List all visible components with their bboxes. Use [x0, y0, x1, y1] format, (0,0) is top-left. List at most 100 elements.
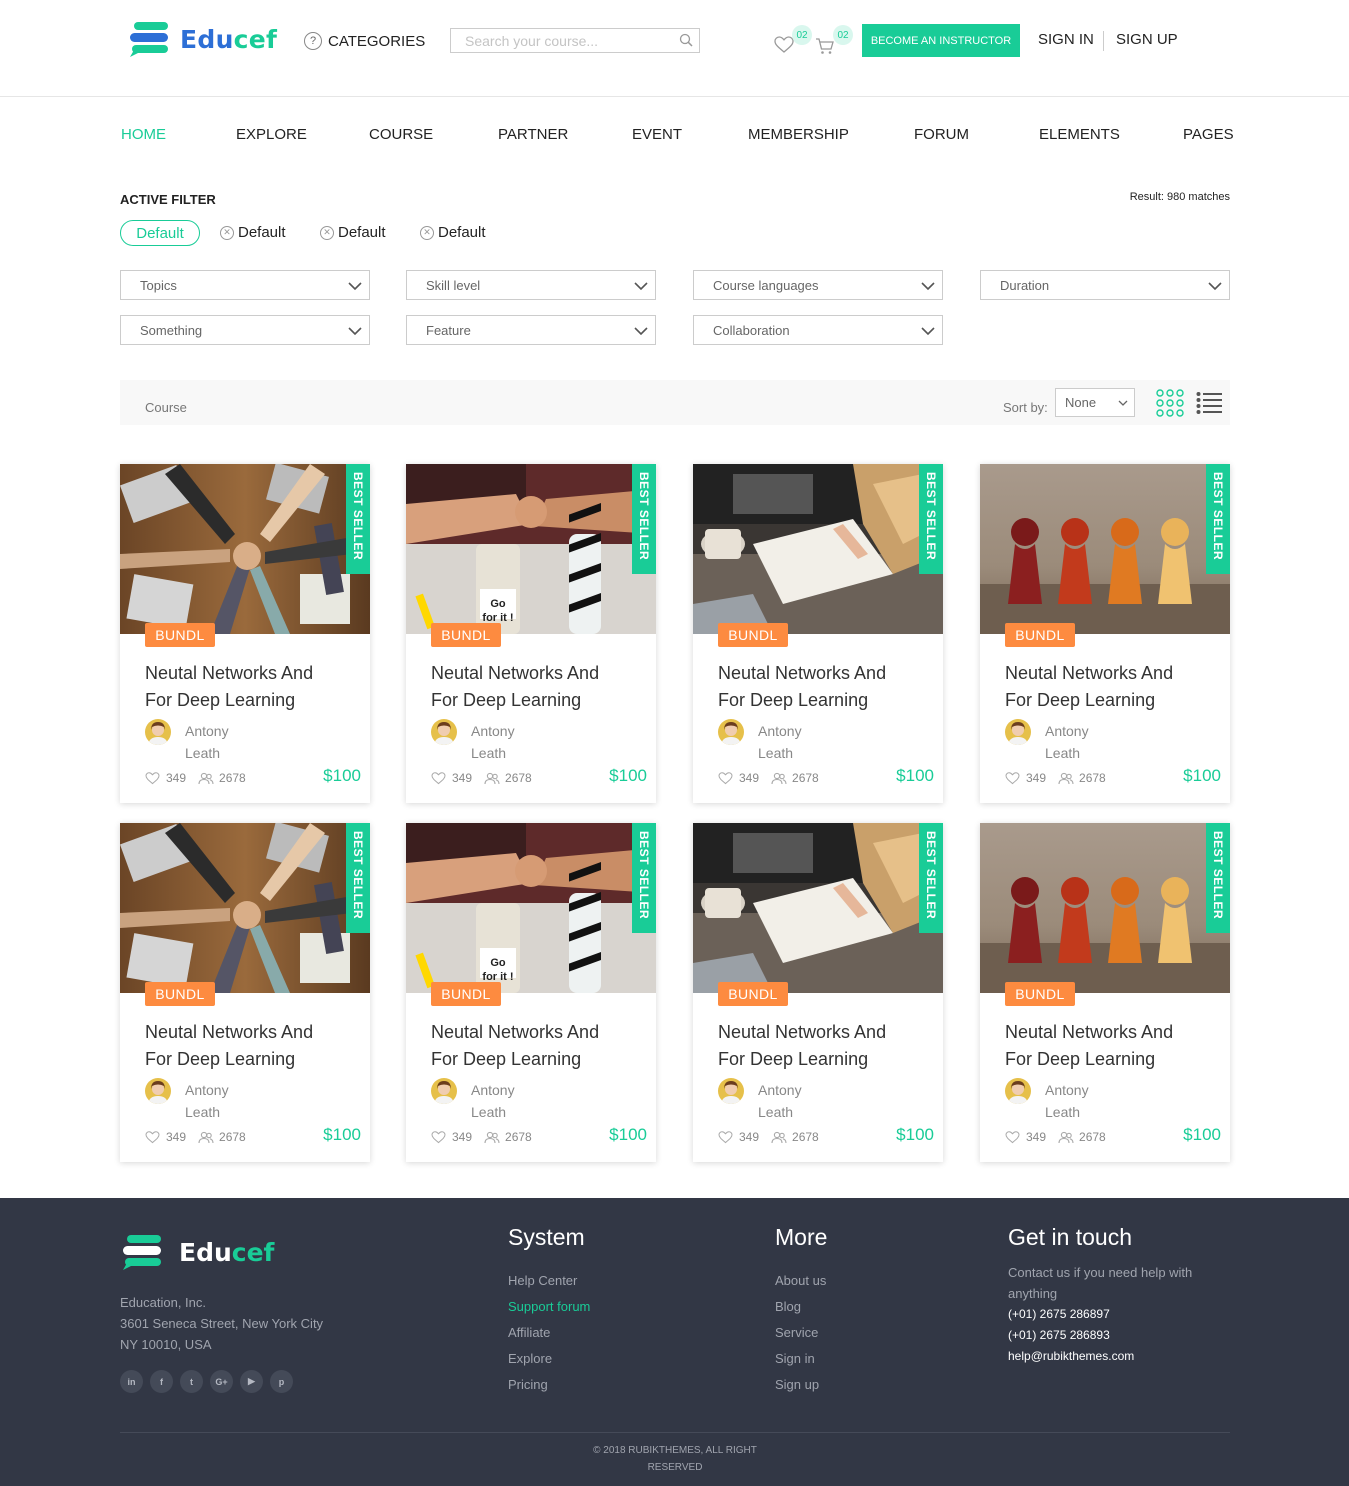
author-name[interactable]: Antony Leath — [1045, 1079, 1125, 1123]
footer-link[interactable]: Blog — [775, 1294, 826, 1320]
filter-chip[interactable]: ✕ Default — [320, 224, 386, 241]
footer-link[interactable]: Sign up — [775, 1372, 826, 1398]
twitter-icon[interactable]: t — [180, 1370, 203, 1393]
course-card[interactable]: BEST SELLER BUNDL Neutal Networks And Fo… — [120, 823, 370, 1162]
author-name[interactable]: Antony Leath — [471, 1079, 551, 1123]
avatar — [145, 719, 171, 745]
course-title[interactable]: Neutal Networks And For Deep Learning — [718, 1019, 918, 1073]
nav-partner[interactable]: PARTNER — [498, 126, 568, 143]
sort-select[interactable]: None — [1055, 388, 1135, 417]
course-card[interactable]: BEST SELLER BUNDL Neutal Networks And Fo… — [980, 823, 1230, 1162]
nav-pages[interactable]: PAGES — [1183, 126, 1234, 143]
pinterest-icon[interactable]: p — [270, 1370, 293, 1393]
course-title[interactable]: Neutal Networks And For Deep Learning — [431, 1019, 631, 1073]
footer-link[interactable]: Explore — [508, 1346, 590, 1372]
footer-link[interactable]: Pricing — [508, 1372, 590, 1398]
likes-count: 349 — [739, 1130, 760, 1144]
course-image[interactable] — [693, 823, 943, 993]
youtube-icon[interactable]: ▶ — [240, 1370, 263, 1393]
course-card[interactable]: Go for it ! BEST SELLER BUNDL Neutal Net… — [406, 823, 656, 1162]
footer-link[interactable]: Support forum — [508, 1294, 590, 1320]
best-seller-ribbon: BEST SELLER — [1206, 464, 1230, 574]
course-title[interactable]: Neutal Networks And For Deep Learning — [145, 1019, 345, 1073]
sign-up-link[interactable]: SIGN UP — [1116, 31, 1178, 48]
author-name[interactable]: Antony Leath — [1045, 720, 1125, 764]
course-image[interactable]: Go for it ! — [406, 464, 656, 634]
nav-explore[interactable]: EXPLORE — [236, 126, 307, 143]
nav-elements[interactable]: ELEMENTS — [1039, 126, 1120, 143]
nav-forum[interactable]: FORUM — [914, 126, 969, 143]
sign-in-link[interactable]: SIGN IN — [1038, 31, 1094, 48]
grid-view-icon[interactable] — [1156, 389, 1184, 417]
remove-icon[interactable]: ✕ — [420, 225, 434, 240]
author-name[interactable]: Antony Leath — [471, 720, 551, 764]
heart-icon[interactable] — [1005, 771, 1020, 785]
course-image[interactable] — [120, 464, 370, 634]
footer-link[interactable]: Service — [775, 1320, 826, 1346]
footer-link[interactable]: Help Center — [508, 1268, 590, 1294]
heart-icon[interactable] — [431, 1130, 446, 1144]
course-title[interactable]: Neutal Networks And For Deep Learning — [431, 660, 631, 714]
logo[interactable]: Educef — [128, 20, 277, 58]
course-title[interactable]: Neutal Networks And For Deep Learning — [145, 660, 345, 714]
search-input[interactable] — [451, 29, 671, 52]
something-select[interactable]: Something — [120, 315, 370, 345]
facebook-icon[interactable]: f — [150, 1370, 173, 1393]
search-icon[interactable] — [679, 33, 693, 47]
footer-logo[interactable]: Educef — [121, 1233, 274, 1271]
remove-icon[interactable]: ✕ — [320, 225, 334, 240]
course-card[interactable]: BEST SELLER BUNDL Neutal Networks And Fo… — [693, 464, 943, 803]
heart-icon[interactable] — [718, 1130, 733, 1144]
course-image[interactable] — [120, 823, 370, 993]
filter-chip-active[interactable]: Default — [120, 220, 200, 246]
google-plus-icon[interactable]: G+ — [210, 1370, 233, 1393]
heart-icon[interactable] — [145, 771, 160, 785]
categories-menu[interactable]: ? CATEGORIES — [304, 32, 425, 50]
course-title[interactable]: Neutal Networks And For Deep Learning — [1005, 1019, 1205, 1073]
filter-chip[interactable]: ✕ Default — [420, 224, 486, 241]
course-image[interactable] — [693, 464, 943, 634]
author-name[interactable]: Antony Leath — [185, 720, 265, 764]
footer-link[interactable]: About us — [775, 1268, 826, 1294]
heart-icon[interactable] — [718, 771, 733, 785]
course-image[interactable]: Go for it ! — [406, 823, 656, 993]
course-image[interactable] — [980, 823, 1230, 993]
remove-icon[interactable]: ✕ — [220, 225, 234, 240]
author-name[interactable]: Antony Leath — [758, 720, 838, 764]
contact-phone[interactable]: (+01) 2675 286897 — [1008, 1304, 1238, 1325]
author-name[interactable]: Antony Leath — [185, 1079, 265, 1123]
heart-icon[interactable] — [1005, 1130, 1020, 1144]
duration-select[interactable]: Duration — [980, 270, 1230, 300]
course-stats: 349 2678 — [431, 771, 532, 785]
heart-icon[interactable] — [145, 1130, 160, 1144]
author-name[interactable]: Antony Leath — [758, 1079, 838, 1123]
cart-icon[interactable] — [815, 37, 835, 55]
course-title[interactable]: Neutal Networks And For Deep Learning — [718, 660, 918, 714]
course-card[interactable]: Go for it ! BEST SELLER BUNDL Neutal Net… — [406, 464, 656, 803]
collaboration-select[interactable]: Collaboration — [693, 315, 943, 345]
course-card[interactable]: BEST SELLER BUNDL Neutal Networks And Fo… — [980, 464, 1230, 803]
list-view-icon[interactable] — [1196, 391, 1222, 415]
skill-level-select[interactable]: Skill level — [406, 270, 656, 300]
contact-phone[interactable]: (+01) 2675 286893 — [1008, 1325, 1238, 1346]
users-icon — [484, 772, 500, 784]
feature-select[interactable]: Feature — [406, 315, 656, 345]
course-card[interactable]: BEST SELLER BUNDL Neutal Networks And Fo… — [120, 464, 370, 803]
course-languages-select[interactable]: Course languages — [693, 270, 943, 300]
course-card[interactable]: BEST SELLER BUNDL Neutal Networks And Fo… — [693, 823, 943, 1162]
course-image[interactable] — [980, 464, 1230, 634]
nav-event[interactable]: EVENT — [632, 126, 682, 143]
nav-membership[interactable]: MEMBERSHIP — [748, 126, 849, 143]
nav-home[interactable]: HOME — [121, 126, 166, 143]
topics-select[interactable]: Topics — [120, 270, 370, 300]
footer-link[interactable]: Sign in — [775, 1346, 826, 1372]
footer-link[interactable]: Affiliate — [508, 1320, 590, 1346]
contact-email[interactable]: help@rubikthemes.com — [1008, 1346, 1238, 1367]
linkedin-icon[interactable]: in — [120, 1370, 143, 1393]
wishlist-heart-icon[interactable] — [774, 36, 794, 54]
heart-icon[interactable] — [431, 771, 446, 785]
filter-chip[interactable]: ✕ Default — [220, 224, 286, 241]
become-instructor-button[interactable]: BECOME AN INSTRUCTOR — [862, 24, 1020, 57]
course-title[interactable]: Neutal Networks And For Deep Learning — [1005, 660, 1205, 714]
nav-course[interactable]: COURSE — [369, 126, 433, 143]
